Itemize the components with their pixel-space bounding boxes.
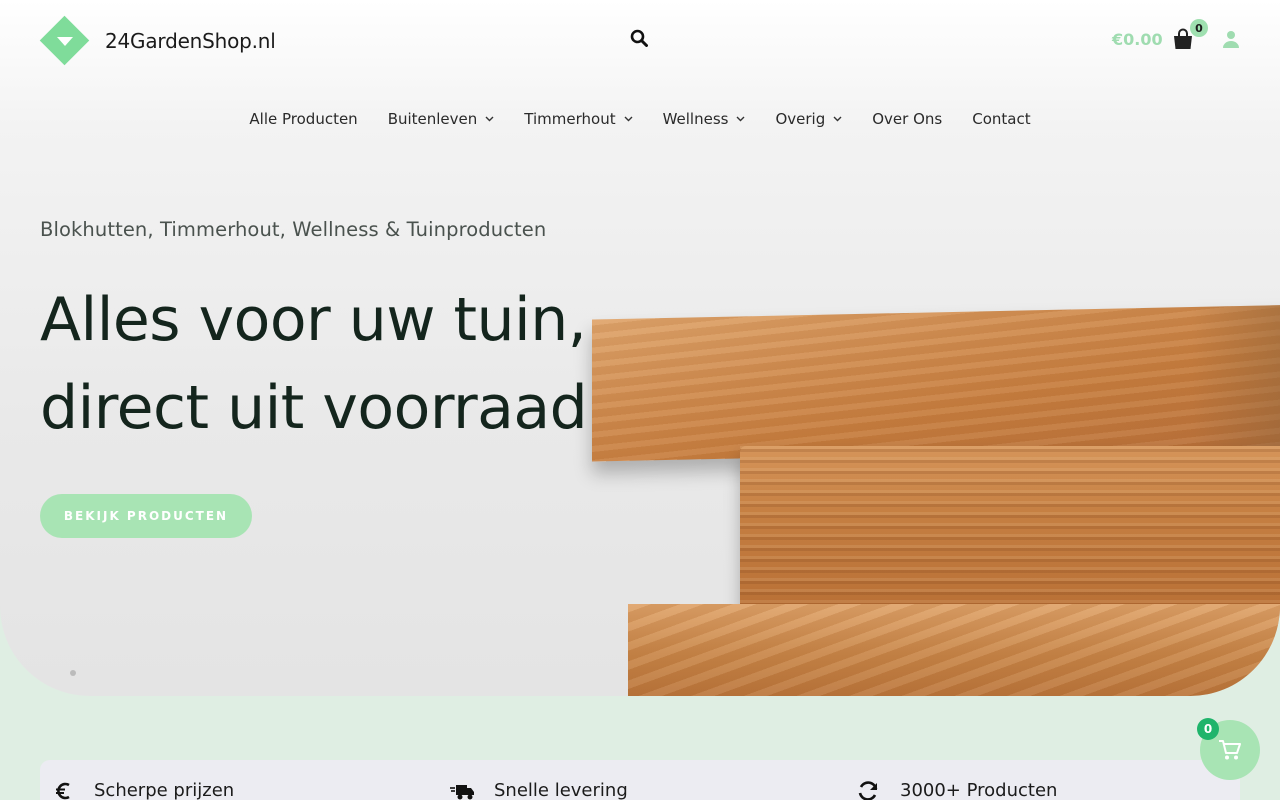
hero-subtitle: Blokhutten, Timmerhout, Wellness & Tuinp…: [40, 218, 547, 241]
nav-item-over-ons[interactable]: Over Ons: [872, 110, 942, 128]
refresh-icon: [858, 780, 878, 800]
main-navigation: Alle Producten Buitenleven Timmerhout We…: [0, 110, 1280, 128]
cart-count-badge: 0: [1190, 19, 1208, 37]
chevron-down-icon: [624, 116, 633, 122]
nav-item-label: Wellness: [662, 110, 729, 128]
nav-item-label: Over Ons: [872, 110, 943, 128]
nav-item-label: Contact: [972, 110, 1031, 128]
cart-icon: [1219, 740, 1241, 760]
feature-label: 3000+ Producten: [900, 780, 1058, 800]
hero-headline-line: direct uit voorraad: [40, 373, 588, 443]
hero-headline-line: Alles voor uw tuin,: [40, 285, 587, 355]
chevron-down-icon: [833, 116, 842, 122]
feature-label: Snelle levering: [494, 780, 628, 800]
nav-item-contact[interactable]: Contact: [972, 110, 1030, 128]
cart-total[interactable]: €0.00: [1112, 30, 1163, 49]
nav-item-label: Buitenleven: [387, 110, 478, 128]
feature-item: 3000+ Producten: [856, 780, 1057, 800]
nav-item-alle-producten[interactable]: Alle Producten: [249, 110, 357, 128]
feature-item: Scherpe prijzen: [54, 780, 234, 800]
features-bar: Scherpe prijzen Snelle levering 3000+ Pr…: [40, 760, 1240, 800]
nav-item-wellness[interactable]: Wellness: [663, 110, 746, 128]
wood-plank-image: [628, 604, 1280, 696]
floating-cart-count-badge: 0: [1197, 718, 1219, 740]
user-account-icon[interactable]: [1222, 30, 1240, 48]
site-logo[interactable]: 24GardenShop.nl: [39, 15, 276, 66]
search-icon[interactable]: [630, 29, 648, 47]
hero-headline: Alles voor uw tuin, direct uit voorraad: [40, 276, 680, 452]
feature-label: Scherpe prijzen: [94, 780, 235, 800]
nav-item-timmerhout[interactable]: Timmerhout: [524, 110, 633, 128]
nav-item-buitenleven[interactable]: Buitenleven: [388, 110, 495, 128]
nav-item-label: Alle Producten: [249, 110, 358, 128]
view-products-button[interactable]: BEKIJK PRODUCTEN: [40, 494, 252, 538]
chevron-down-icon: [736, 116, 745, 122]
feature-item: Snelle levering: [450, 780, 628, 800]
truck-icon: [450, 784, 474, 799]
nav-item-overig[interactable]: Overig: [775, 110, 842, 128]
nav-item-label: Overig: [775, 110, 826, 128]
decorative-dot: [70, 670, 76, 676]
logo-text: 24GardenShop.nl: [105, 29, 276, 53]
nav-item-label: Timmerhout: [524, 110, 616, 128]
euro-icon: [56, 782, 70, 799]
wood-plank-image: [592, 304, 1280, 462]
wood-plank-image: [740, 446, 1280, 614]
logo-diamond-icon: [39, 15, 90, 66]
chevron-down-icon: [485, 116, 494, 122]
